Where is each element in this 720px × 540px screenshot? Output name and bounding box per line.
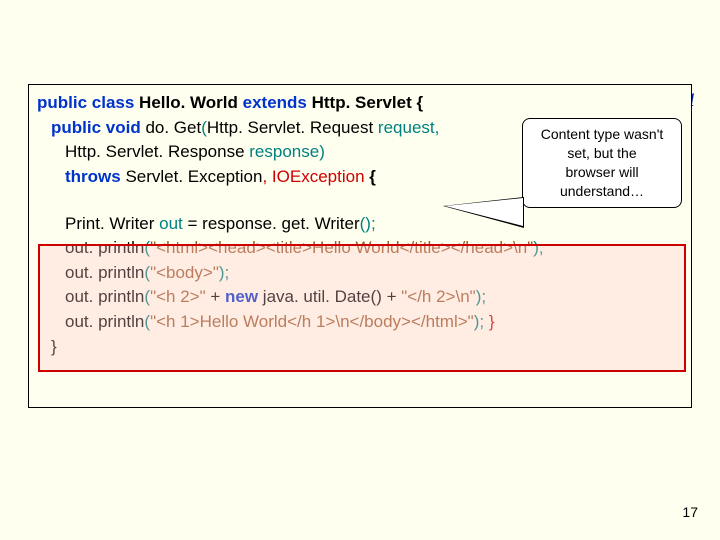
brace: } [51, 337, 57, 356]
brace: { [369, 167, 376, 186]
type: Http. Servlet. Response [65, 142, 249, 161]
string: "<h 1>Hello World</h 1>\n</body></html>" [150, 312, 474, 331]
call: out. println [65, 263, 144, 282]
paren: ); [476, 287, 486, 306]
call: response. get. Writer [202, 214, 359, 233]
code-line-6: out. println("<html><head><title>Hello W… [37, 236, 683, 261]
string: "</h 2>\n" [401, 287, 475, 306]
brace: { [416, 93, 423, 112]
callout-line: understand… [531, 182, 673, 201]
kw: extends [243, 93, 312, 112]
type: Http. Servlet [312, 93, 417, 112]
eq: = [188, 214, 203, 233]
call: out. println [65, 287, 144, 306]
method: do. Get [145, 118, 201, 137]
plus: () + [371, 287, 402, 306]
comma: , [262, 167, 271, 186]
paren: (); [360, 214, 376, 233]
code-line-10: } [37, 335, 683, 360]
brace: } [489, 312, 495, 331]
code-line-9: out. println("<h 1>Hello World</h 1>\n</… [37, 310, 683, 335]
exc: IOException [272, 167, 369, 186]
type: Print. Writer [65, 214, 159, 233]
type: Http. Servlet. Request [207, 118, 378, 137]
code-line-7: out. println("<body>"); [37, 261, 683, 286]
type: java. util. Date [263, 287, 371, 306]
callout-line: set, but the [531, 144, 673, 163]
kw: public class [37, 93, 139, 112]
callout-tail [445, 198, 523, 226]
paren: ); [474, 312, 489, 331]
plus: + [210, 287, 225, 306]
page-number: 17 [682, 504, 698, 520]
call: out. println [65, 312, 144, 331]
param: response [249, 142, 319, 161]
callout-box: Content type wasn't set, but the browser… [522, 118, 682, 208]
code-line-1: public class Hello. World extends Http. … [37, 91, 683, 116]
kw: new [225, 287, 263, 306]
code-line-8: out. println("<h 2>" + new java. util. D… [37, 285, 683, 310]
param: request, [378, 118, 439, 137]
paren: ); [533, 238, 543, 257]
call: out. println [65, 238, 144, 257]
kw: public void [51, 118, 145, 137]
string: "<body>" [150, 263, 219, 282]
var: out [159, 214, 187, 233]
string: "<html><head><title>Hello World</title><… [150, 238, 533, 257]
paren: ) [319, 142, 325, 161]
callout-line: Content type wasn't [531, 125, 673, 144]
classname: Hello. World [139, 93, 243, 112]
kw: throws [65, 167, 125, 186]
string: "<h 2>" [150, 287, 210, 306]
code-line-5: Print. Writer out = response. get. Write… [37, 212, 683, 237]
paren: ); [219, 263, 229, 282]
exc: Servlet. Exception [125, 167, 262, 186]
callout-line: browser will [531, 163, 673, 182]
